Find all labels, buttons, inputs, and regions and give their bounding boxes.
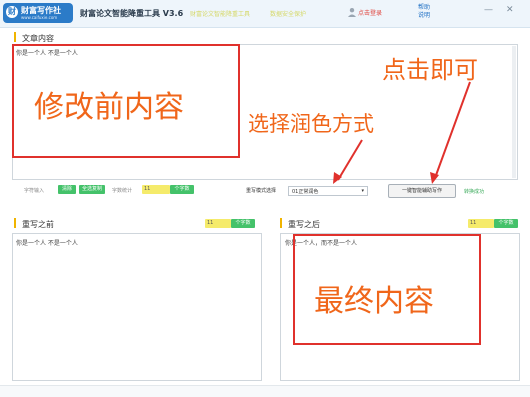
annotation-after: 最终内容 bbox=[314, 284, 434, 319]
before-count-value: 11 bbox=[205, 219, 231, 228]
after-title: 重写之后 bbox=[288, 220, 320, 229]
mode-label: 重写模式选择 bbox=[246, 188, 277, 194]
word-count-label: 字数统计 bbox=[112, 188, 133, 194]
arrow-to-button-icon bbox=[430, 81, 471, 184]
smart-rewrite-button[interactable]: 一键智能辅助写作 bbox=[388, 184, 456, 198]
copy-all-button[interactable]: 全选复制 bbox=[79, 185, 105, 194]
after-count-button[interactable]: 个字数 bbox=[494, 219, 518, 228]
before-title: 重写之前 bbox=[22, 220, 54, 229]
status-link[interactable]: 转换成功 bbox=[464, 188, 484, 195]
chevron-down-icon: ▾ bbox=[361, 188, 364, 194]
clear-button[interactable]: 清除 bbox=[58, 185, 76, 194]
word-count-value: 11 bbox=[142, 185, 170, 194]
after-accent-bar bbox=[280, 218, 282, 228]
status-bar bbox=[0, 385, 530, 397]
before-content: 你是一个人 不是一个人 bbox=[16, 240, 78, 247]
after-count-value: 11 bbox=[468, 219, 494, 228]
mode-selected-value: 01正常润色 bbox=[292, 189, 319, 195]
word-count-button[interactable]: 个字数 bbox=[170, 185, 194, 194]
arrow-to-select-icon bbox=[333, 139, 363, 184]
before-textarea[interactable] bbox=[12, 233, 262, 381]
mode-select[interactable]: 01正常润色 ▾ bbox=[288, 186, 368, 196]
before-count-button[interactable]: 个字数 bbox=[231, 219, 255, 228]
before-accent-bar bbox=[14, 218, 16, 228]
char-input-label: 字符输入 bbox=[24, 188, 45, 194]
